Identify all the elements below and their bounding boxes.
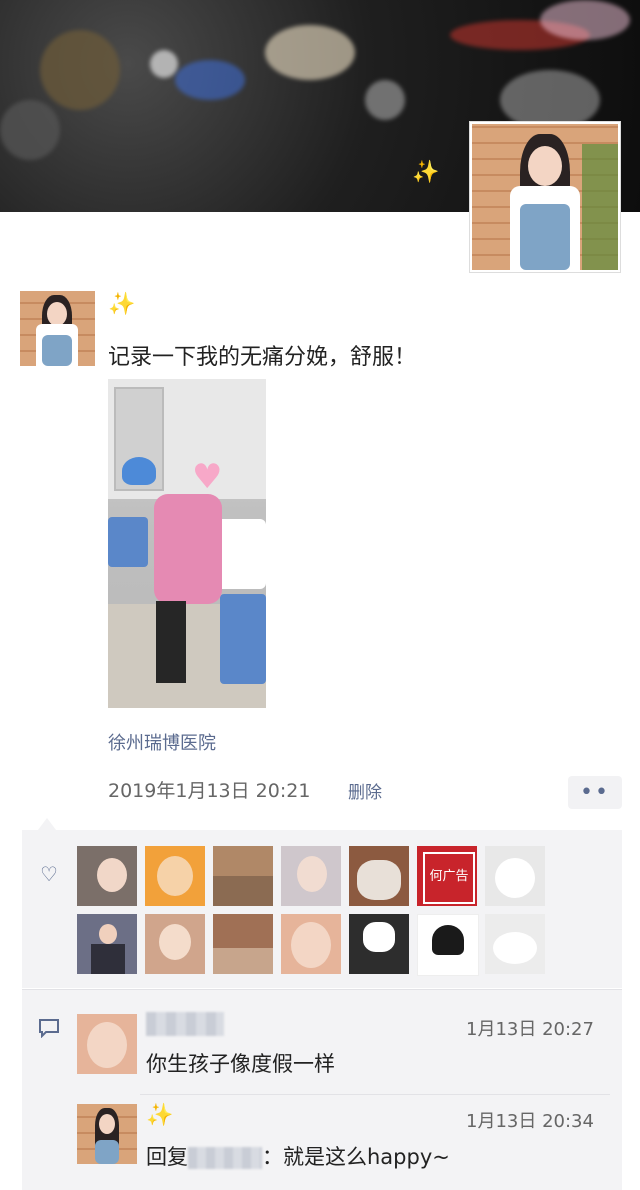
comment-reply[interactable]: 回复 ：就是这么happy~ bbox=[146, 1141, 450, 1171]
post-photo[interactable]: ♥ bbox=[108, 379, 266, 708]
avatar-cat bbox=[495, 858, 535, 898]
avatar-face bbox=[87, 1022, 127, 1068]
avatar-face bbox=[159, 924, 191, 960]
comment-divider bbox=[140, 1094, 610, 1095]
bokeh-light bbox=[500, 70, 600, 130]
avatar-scene bbox=[213, 948, 273, 974]
reply-prefix: 回复 bbox=[146, 1145, 188, 1169]
location-link[interactable]: 徐州瑞博医院 bbox=[108, 729, 216, 755]
avatar-face bbox=[528, 146, 562, 186]
like-avatar[interactable] bbox=[281, 846, 341, 906]
like-avatar[interactable] bbox=[417, 914, 479, 976]
comment-author-name-blurred[interactable] bbox=[146, 1012, 224, 1036]
avatar-cat bbox=[493, 932, 537, 964]
avatar-plant bbox=[582, 144, 618, 270]
avatar-scene bbox=[213, 876, 273, 906]
like-avatar[interactable] bbox=[349, 914, 409, 974]
comment-timestamp: 1月13日 20:34 bbox=[466, 1111, 594, 1132]
avatar-overall bbox=[520, 204, 570, 270]
post-timestamp: 2019年1月13日 20:21 bbox=[108, 780, 311, 802]
like-avatar[interactable] bbox=[145, 846, 205, 906]
bokeh-light bbox=[40, 30, 120, 110]
post-text: 记录一下我的无痛分娩，舒服！ bbox=[108, 345, 417, 370]
heart-sticker-icon: ♥ bbox=[192, 457, 223, 497]
avatar-cartoon-hair bbox=[432, 925, 464, 955]
reply-target-blurred[interactable] bbox=[188, 1147, 262, 1169]
avatar-face bbox=[99, 924, 117, 944]
avatar-logo-text: 何广告 bbox=[423, 852, 475, 904]
like-avatar[interactable] bbox=[485, 846, 545, 906]
bokeh-light bbox=[265, 25, 355, 80]
photo-cap bbox=[122, 457, 156, 485]
more-actions-button[interactable]: •• bbox=[568, 776, 622, 809]
like-avatar[interactable] bbox=[77, 914, 137, 974]
bokeh-light bbox=[150, 50, 178, 78]
photo-person-pink bbox=[154, 494, 222, 604]
like-avatar[interactable] bbox=[213, 914, 273, 974]
profile-avatar[interactable] bbox=[470, 122, 620, 272]
heart-icon: ♡ bbox=[40, 862, 58, 886]
like-avatar[interactable] bbox=[145, 914, 205, 974]
avatar-suit bbox=[91, 944, 125, 974]
avatar-face bbox=[99, 1114, 115, 1134]
reply-text: ：就是这么happy~ bbox=[262, 1145, 450, 1169]
panel-caret bbox=[38, 818, 56, 830]
comment-text[interactable]: 你生孩子像度假一样 bbox=[146, 1048, 335, 1078]
avatar-overall bbox=[42, 335, 72, 366]
photo-bed-left bbox=[108, 517, 148, 567]
avatar-mask bbox=[363, 922, 395, 952]
like-avatar[interactable] bbox=[77, 846, 137, 906]
avatar-face bbox=[297, 856, 327, 892]
comment-avatar[interactable] bbox=[77, 1014, 137, 1074]
bokeh-light bbox=[540, 0, 630, 40]
sparkle-icon: ✨ bbox=[412, 160, 440, 185]
avatar-face bbox=[47, 302, 67, 326]
post-author-avatar[interactable] bbox=[20, 291, 95, 366]
avatar-face bbox=[357, 860, 401, 900]
like-avatar[interactable]: 何广告 bbox=[417, 846, 477, 906]
comment-timestamp: 1月13日 20:27 bbox=[466, 1019, 594, 1040]
comment-avatar[interactable] bbox=[77, 1104, 137, 1164]
like-avatar[interactable] bbox=[349, 846, 409, 906]
photo-bed-right bbox=[220, 594, 266, 684]
avatar-overall bbox=[95, 1140, 119, 1164]
comment-author-name[interactable]: ✨ bbox=[146, 1103, 173, 1128]
like-avatar[interactable] bbox=[485, 914, 545, 974]
like-avatar[interactable] bbox=[281, 914, 341, 974]
bokeh-light bbox=[0, 100, 60, 160]
photo-pants bbox=[156, 601, 186, 683]
avatar-face bbox=[97, 858, 127, 892]
like-avatar[interactable] bbox=[213, 846, 273, 906]
post-author-name[interactable]: ✨ bbox=[108, 292, 135, 317]
bokeh-light bbox=[365, 80, 405, 120]
avatar-face bbox=[291, 922, 331, 968]
comment-icon bbox=[39, 1019, 59, 1038]
delete-button[interactable]: 删除 bbox=[348, 778, 382, 803]
bokeh-light bbox=[175, 60, 245, 100]
avatar-face bbox=[157, 856, 193, 896]
